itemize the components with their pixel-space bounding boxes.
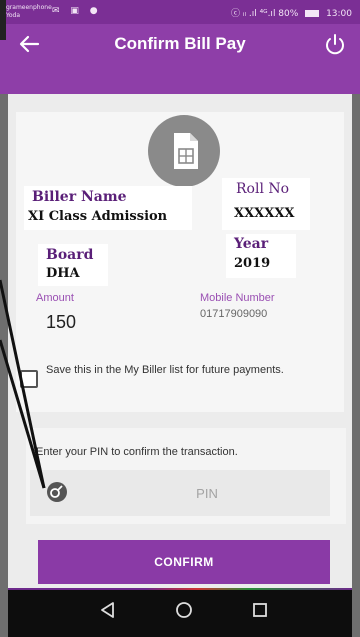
nav-home-icon[interactable] xyxy=(172,598,196,622)
status-indicators: ⓒ ᵢₗ .ıl ⁴ᴳ.ıl 80% 13:00 xyxy=(231,6,352,19)
roll-no-value: XXXXXX xyxy=(234,206,295,221)
roll-no-label: Roll No xyxy=(236,181,290,197)
pin-input[interactable] xyxy=(90,478,324,508)
clock: 13:00 xyxy=(326,9,352,19)
pin-instruction: Enter your PIN to confirm the transactio… xyxy=(36,446,238,458)
power-icon[interactable] xyxy=(322,32,348,58)
annotation-lines xyxy=(0,0,46,489)
mobile-number-value: 01717909090 xyxy=(200,308,268,320)
biller-logo xyxy=(148,115,220,187)
nav-back-icon[interactable] xyxy=(96,598,120,622)
battery-icon xyxy=(305,10,320,17)
page-title: Confirm Bill Pay xyxy=(114,34,246,53)
signal-battery-icons: ⓒ ᵢₗ .ıl ⁴ᴳ.ıl 80% xyxy=(231,9,299,19)
nav-recents-icon[interactable] xyxy=(248,598,272,622)
confirm-button[interactable]: CONFIRM xyxy=(38,540,330,584)
year-label: Year xyxy=(234,236,269,252)
document-icon xyxy=(174,133,198,169)
year-value: 2019 xyxy=(234,256,271,271)
save-biller-text: Save this in the My Biller list for futu… xyxy=(46,364,284,376)
mobile-number-label: Mobile Number xyxy=(200,292,275,304)
